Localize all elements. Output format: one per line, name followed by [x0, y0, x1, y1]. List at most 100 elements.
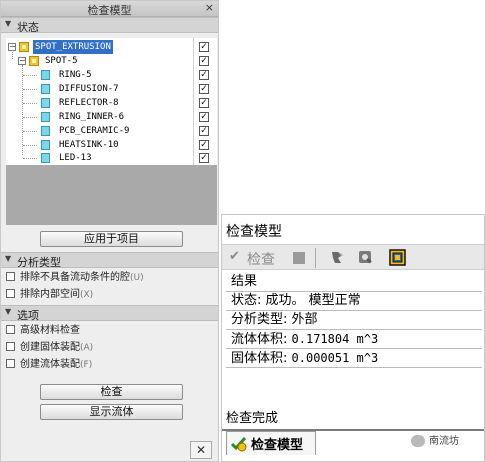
- close-icon[interactable]: ×: [205, 1, 214, 14]
- checkbox-box[interactable]: [6, 358, 15, 368]
- check-button[interactable]: 检查: [40, 384, 183, 400]
- analysis-section-header[interactable]: ▼ 分析类型: [1, 252, 218, 269]
- checkbox-box[interactable]: [6, 341, 15, 351]
- option-label: 创建流体装配: [20, 359, 80, 370]
- option-label: 排除内部空间: [20, 289, 80, 300]
- tree-label-part: REFLECTOR-8: [59, 98, 119, 108]
- advanced-material-check-checkbox[interactable]: 高级材料检查: [6, 324, 80, 338]
- tree-connector: [12, 50, 13, 59]
- part-icon: [41, 112, 50, 122]
- check-icon[interactable]: ✔: [229, 249, 240, 264]
- solid-volume-value: 0.000051 m^3: [291, 351, 379, 365]
- option-label: 排除不具备流动条件的腔: [20, 272, 130, 283]
- toolbar-separator: [315, 248, 316, 268]
- include-checkbox[interactable]: ✓: [199, 126, 209, 136]
- include-checkbox[interactable]: ✓: [199, 112, 209, 122]
- show-flow-icon[interactable]: [329, 249, 346, 266]
- fluid-volume-value: 0.171804 m^3: [291, 332, 379, 346]
- tree-row-part[interactable]: RING_INNER-6 ✓: [6, 110, 217, 124]
- result-status-line: 状态: 成功。 模型正常: [231, 293, 361, 308]
- exclude-internal-space-checkbox[interactable]: 排除内部空间(X): [6, 288, 93, 302]
- collapse-icon[interactable]: −: [18, 57, 26, 65]
- component-tree[interactable]: − SPOT_EXTRUSION ✓ − SPOT-5 ✓ RING-5 ✓ D…: [6, 38, 217, 165]
- assembly-icon: [29, 56, 39, 66]
- tab-label: 检查模型: [251, 438, 304, 453]
- include-checkbox[interactable]: ✓: [199, 140, 209, 150]
- tree-row-part[interactable]: DIFFUSION-7 ✓: [6, 82, 217, 96]
- show-fluid-button[interactable]: 显示流体: [40, 404, 183, 420]
- checkbox-box[interactable]: [6, 271, 15, 281]
- tree-row-part[interactable]: LED-13 ✓: [6, 151, 217, 165]
- part-icon: [41, 140, 50, 150]
- tree-connector: [23, 131, 37, 132]
- analysis-section-label: 分析类型: [17, 256, 61, 269]
- status-bar-text: 检查完成: [226, 411, 279, 426]
- results-heading: 结果: [231, 274, 258, 289]
- watermark: 南流坊: [411, 432, 459, 447]
- create-solid-assembly-checkbox[interactable]: 创建固体装配(A): [6, 341, 93, 355]
- tree-label-child: SPOT-5: [45, 56, 78, 66]
- include-checkbox[interactable]: ✓: [199, 84, 209, 94]
- tree-connector: [23, 158, 37, 159]
- tab-check-model[interactable]: 检查模型: [226, 431, 316, 455]
- options-section-label: 选项: [17, 309, 39, 322]
- status-section-header[interactable]: ▼ 状态: [1, 17, 218, 34]
- result-fluid-volume-line: 流体体积: 0.171804 m^3: [231, 330, 378, 349]
- panel-title: 检查模型: [87, 4, 132, 17]
- option-label: 高级材料检查: [20, 325, 80, 336]
- include-checkbox[interactable]: ✓: [199, 98, 209, 108]
- check-model-panel: 检查模型 × ▼ 状态 − SPOT_EXTRUSION ✓ − SPOT-5 …: [0, 0, 219, 462]
- shortcut-hint: (A): [80, 343, 94, 353]
- tree-row-root[interactable]: − SPOT_EXTRUSION ✓: [6, 40, 217, 54]
- tree-label-part: DIFFUSION-7: [59, 84, 119, 94]
- shortcut-hint: (F): [80, 360, 93, 370]
- option-label: 创建固体装配: [20, 342, 80, 353]
- chat-bubble-icon: [411, 435, 425, 447]
- fluid-volume-label: 流体体积:: [231, 332, 292, 347]
- status-section-label: 状态: [17, 21, 39, 34]
- options-section-header[interactable]: ▼ 选项: [1, 305, 218, 322]
- check-model-result-window: 检查模型 ✔ 检查 结果 状态: 成功。 模型正常 分析类型: 外部 流体体积:…: [221, 214, 485, 462]
- tree-label-part: RING_INNER-6: [59, 112, 125, 122]
- tree-row-part[interactable]: REFLECTOR-8 ✓: [6, 96, 217, 110]
- fit-window-icon[interactable]: [389, 249, 406, 266]
- include-checkbox[interactable]: ✓: [199, 153, 209, 163]
- part-icon: [41, 84, 50, 94]
- checkbox-box[interactable]: [6, 324, 15, 334]
- component-tree-area: − SPOT_EXTRUSION ✓ − SPOT-5 ✓ RING-5 ✓ D…: [6, 38, 217, 225]
- result-solid-volume-line: 固体体积: 0.000051 m^3: [231, 349, 378, 368]
- tree-connector: [23, 103, 37, 104]
- tree-row-child[interactable]: − SPOT-5 ✓: [6, 50, 217, 68]
- collapse-arrow-icon: ▼: [5, 307, 12, 316]
- toolbar-check-button[interactable]: 检查: [247, 249, 275, 269]
- tree-connector: [23, 145, 37, 146]
- checkbox-box[interactable]: [6, 288, 15, 298]
- tree-label-part: HEATSINK-10: [59, 140, 119, 150]
- include-checkbox[interactable]: ✓: [199, 56, 209, 66]
- close-button[interactable]: ✕: [190, 441, 212, 459]
- tree-connector: [23, 89, 37, 90]
- assembly-icon: [19, 42, 29, 52]
- panel-titlebar: 检查模型 ×: [1, 1, 218, 17]
- collapse-arrow-icon: ▼: [5, 254, 12, 263]
- apply-to-project-button[interactable]: 应用于项目: [40, 231, 183, 247]
- tree-row-part[interactable]: RING-5 ✓: [6, 68, 217, 82]
- shortcut-hint: (U): [130, 273, 144, 283]
- check-model-icon: [230, 436, 247, 452]
- watermark-text: 南流坊: [429, 436, 459, 447]
- solid-volume-label: 固体体积:: [231, 351, 292, 366]
- tree-row-part[interactable]: PCB_CERAMIC-9 ✓: [6, 124, 217, 138]
- include-checkbox[interactable]: ✓: [199, 42, 209, 52]
- create-fluid-assembly-checkbox[interactable]: 创建流体装配(F): [6, 358, 92, 372]
- tree-connector: [23, 117, 37, 118]
- tree-connector: [23, 75, 37, 76]
- part-icon: [41, 153, 50, 163]
- stop-icon[interactable]: [293, 252, 305, 264]
- include-checkbox[interactable]: ✓: [199, 70, 209, 80]
- tree-label-root: SPOT_EXTRUSION: [33, 40, 113, 54]
- tree-label-part: PCB_CERAMIC-9: [59, 126, 130, 136]
- part-icon: [41, 98, 50, 108]
- tree-row-part[interactable]: HEATSINK-10 ✓: [6, 138, 217, 152]
- zoom-view-icon[interactable]: [357, 249, 374, 266]
- exclude-non-flow-cavities-checkbox[interactable]: 排除不具备流动条件的腔(U): [6, 271, 144, 285]
